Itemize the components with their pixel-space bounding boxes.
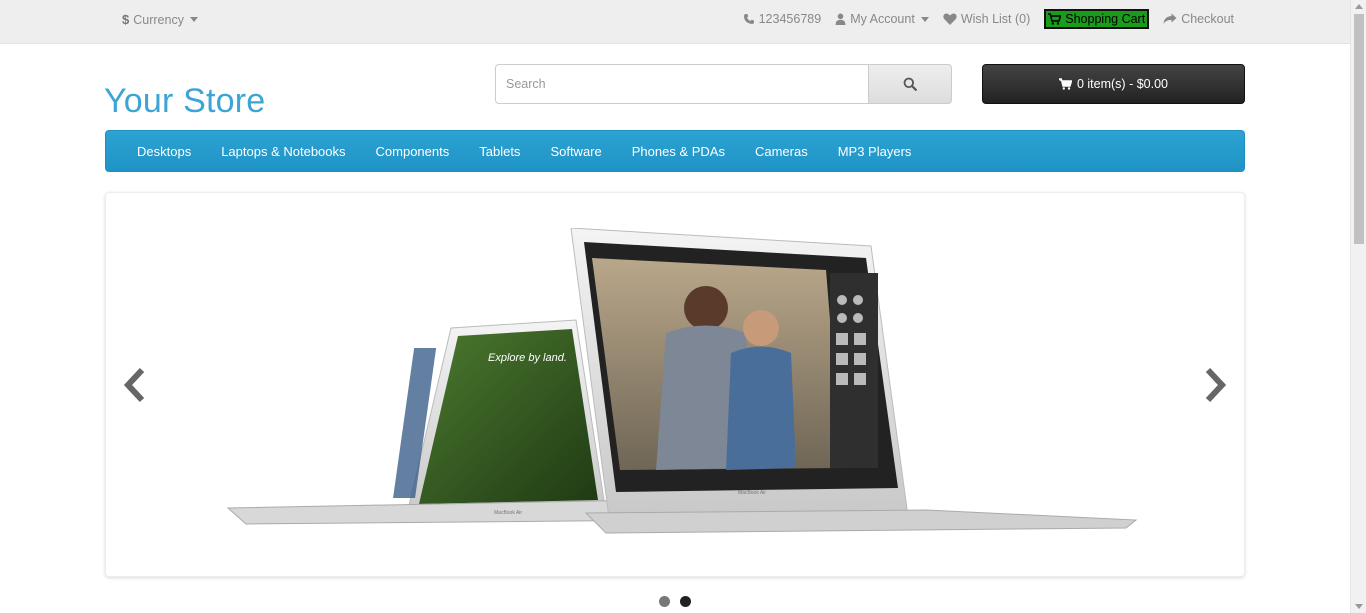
slide-dot-2-active[interactable] [680, 596, 691, 607]
chevron-right-icon [1205, 367, 1227, 403]
heart-icon [943, 13, 957, 25]
store-logo[interactable]: Your Store [104, 82, 265, 121]
shopping-cart-label: Shopping Cart [1065, 12, 1146, 26]
user-icon [835, 13, 846, 25]
wish-list-link[interactable]: Wish List (0) [943, 12, 1030, 26]
search-input[interactable] [495, 64, 868, 104]
menu-item-cameras[interactable]: Cameras [740, 144, 823, 159]
menu-item-tablets[interactable]: Tablets [464, 144, 535, 159]
scroll-down-icon[interactable] [1355, 604, 1363, 609]
cart-icon [1048, 13, 1062, 25]
cart-icon [1058, 78, 1072, 90]
top-bar: $ Currency 123456789 My Account Wish Lis… [0, 0, 1350, 44]
menu-item-software[interactable]: Software [535, 144, 616, 159]
search-bar [495, 64, 952, 104]
menu-item-mp3-players[interactable]: MP3 Players [823, 144, 927, 159]
checkout-link[interactable]: Checkout [1163, 12, 1234, 26]
slideshow: Explore by land. MacBook Air MacBook Air [105, 192, 1245, 577]
slide-image: Explore by land. MacBook Air MacBook Air [226, 228, 1138, 534]
slide-next-button[interactable] [1200, 365, 1230, 405]
menu-item-phones-pdas[interactable]: Phones & PDAs [617, 144, 740, 159]
my-account-label: My Account [850, 12, 915, 26]
currency-symbol: $ [122, 12, 130, 27]
chevron-left-icon [123, 367, 145, 403]
search-button[interactable] [868, 64, 952, 104]
phone-link[interactable]: 123456789 [743, 12, 822, 26]
shopping-cart-link[interactable]: Shopping Cart [1044, 9, 1150, 29]
scrollbar-thumb[interactable] [1354, 14, 1364, 244]
top-links: 123456789 My Account Wish List (0) Shopp… [743, 9, 1234, 29]
menu-item-desktops[interactable]: Desktops [122, 144, 206, 159]
category-menu: Desktops Laptops & Notebooks Components … [105, 130, 1245, 172]
caret-down-icon [920, 16, 929, 22]
my-account-dropdown[interactable]: My Account [835, 12, 929, 26]
phone-number: 123456789 [758, 12, 822, 26]
slide-pagination [659, 596, 691, 607]
slide-screen-text: Explore by land. [488, 352, 567, 364]
phone-icon [743, 14, 754, 24]
back-laptop-brand: MacBook Air [494, 510, 522, 516]
cart-button-label: 0 item(s) - $0.00 [1076, 77, 1168, 91]
menu-item-components[interactable]: Components [361, 144, 465, 159]
wish-list-label: Wish List (0) [960, 12, 1031, 26]
front-laptop-brand: MacBook Air [738, 490, 766, 496]
currency-label: Currency [133, 12, 184, 27]
share-icon [1163, 13, 1177, 24]
menu-item-laptops-notebooks[interactable]: Laptops & Notebooks [206, 144, 360, 159]
currency-dropdown[interactable]: $ Currency [122, 12, 198, 27]
checkout-label: Checkout [1181, 12, 1234, 26]
slide-dot-1[interactable] [659, 596, 670, 607]
scroll-up-icon[interactable] [1355, 4, 1363, 9]
search-icon [903, 77, 917, 91]
caret-down-icon [189, 17, 198, 22]
slide-prev-button[interactable] [120, 365, 150, 405]
cart-button[interactable]: 0 item(s) - $0.00 [982, 64, 1245, 104]
page-scrollbar[interactable] [1350, 0, 1366, 613]
